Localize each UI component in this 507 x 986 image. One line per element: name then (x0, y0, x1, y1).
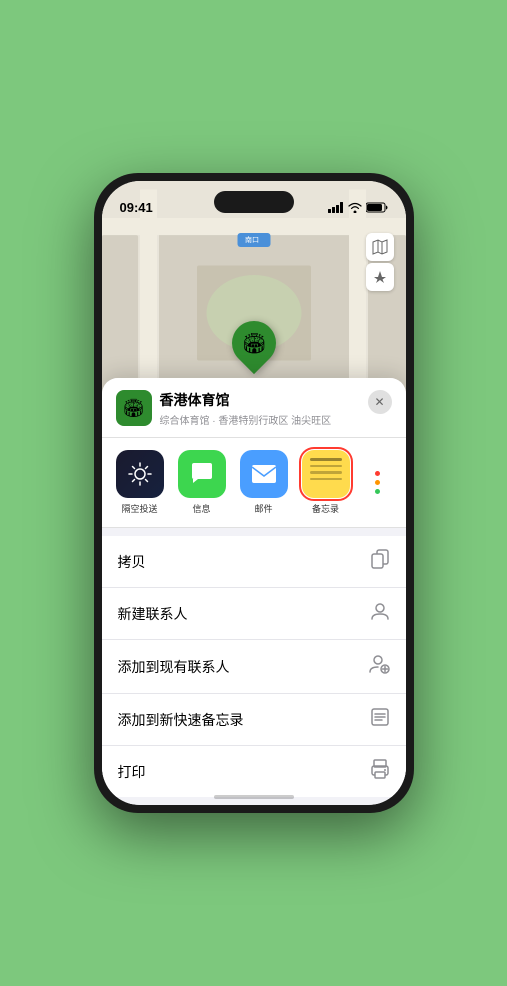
close-button[interactable]: ✕ (368, 390, 392, 414)
map-label: 南口 (237, 233, 270, 247)
map-controls[interactable] (366, 233, 394, 291)
airdrop-label: 隔空投送 (121, 502, 157, 515)
share-row: 隔空投送 信息 (102, 438, 406, 528)
action-list: 拷贝 新建联系人 (102, 536, 406, 797)
location-button[interactable] (366, 263, 394, 291)
mail-icon (240, 450, 288, 498)
action-copy-label: 拷贝 (118, 552, 146, 572)
action-new-contact-label: 新建联系人 (118, 604, 188, 624)
map-view-button[interactable] (366, 233, 394, 261)
wifi-icon (348, 202, 362, 213)
battery-icon (366, 202, 388, 213)
quick-note-icon (370, 707, 390, 732)
signal-icon (328, 202, 344, 213)
messages-icon (178, 450, 226, 498)
home-indicator (214, 795, 294, 799)
venue-name: 香港体育馆 (160, 390, 332, 410)
action-copy[interactable]: 拷贝 (102, 536, 406, 588)
notes-icon (302, 450, 350, 498)
action-add-notes[interactable]: 添加到新快速备忘录 (102, 694, 406, 746)
copy-icon (370, 549, 390, 574)
messages-label: 信息 (192, 502, 210, 515)
share-mail[interactable]: 邮件 (236, 450, 292, 515)
share-airdrop[interactable]: 隔空投送 (112, 450, 168, 515)
action-print-label: 打印 (118, 762, 146, 782)
add-contact-icon (368, 653, 390, 680)
new-contact-icon (370, 601, 390, 626)
share-messages[interactable]: 信息 (174, 450, 230, 515)
venue-text: 香港体育馆 综合体育馆 · 香港特别行政区 油尖旺区 (160, 390, 332, 427)
bottom-sheet: 🏟 香港体育馆 综合体育馆 · 香港特别行政区 油尖旺区 ✕ (102, 378, 406, 805)
action-add-notes-label: 添加到新快速备忘录 (118, 710, 244, 730)
phone-screen: 09:41 (102, 181, 406, 805)
print-icon (370, 759, 390, 784)
share-more[interactable] (360, 459, 396, 507)
action-print[interactable]: 打印 (102, 746, 406, 797)
venue-header: 🏟 香港体育馆 综合体育馆 · 香港特别行政区 油尖旺区 ✕ (102, 378, 406, 438)
action-add-existing-label: 添加到现有联系人 (118, 657, 230, 677)
airdrop-icon (116, 450, 164, 498)
action-new-contact[interactable]: 新建联系人 (102, 588, 406, 640)
status-time: 09:41 (120, 200, 153, 215)
notes-label: 备忘录 (312, 502, 339, 515)
dynamic-island (214, 191, 294, 213)
status-icons (328, 202, 388, 213)
more-dots-icon (354, 459, 402, 507)
share-notes[interactable]: 备忘录 (298, 450, 354, 515)
action-add-existing[interactable]: 添加到现有联系人 (102, 640, 406, 694)
phone-frame: 09:41 (94, 173, 414, 813)
venue-icon: 🏟 (116, 390, 152, 426)
venue-info: 🏟 香港体育馆 综合体育馆 · 香港特别行政区 油尖旺区 (116, 390, 332, 427)
mail-label: 邮件 (254, 502, 272, 515)
venue-subtitle: 综合体育馆 · 香港特别行政区 油尖旺区 (160, 412, 332, 427)
